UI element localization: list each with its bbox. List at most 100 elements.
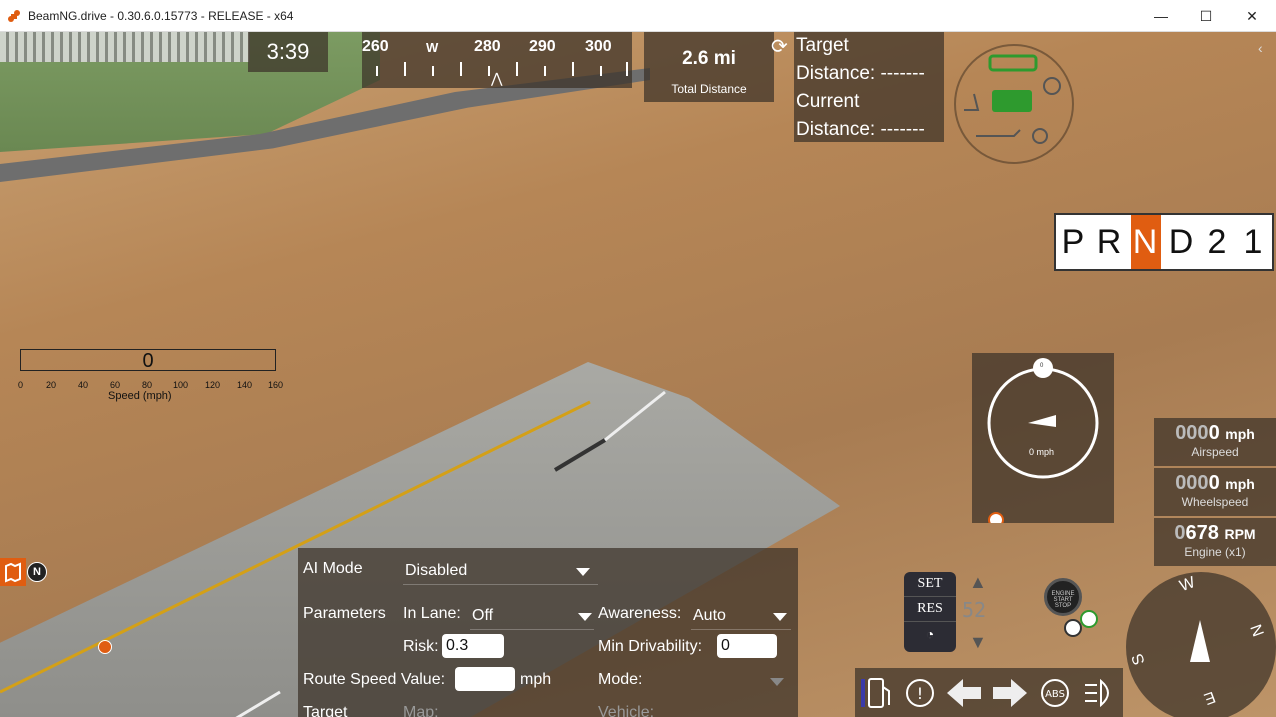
- min-drivability-input[interactable]: 0: [717, 634, 777, 658]
- current-distance: Distance: -------: [796, 119, 925, 140]
- heading-pointer: ⋀: [491, 70, 503, 86]
- wheelspeed-readout: 0000 mph Wheelspeed: [1154, 468, 1276, 516]
- risk-label: Risk:: [403, 638, 439, 655]
- minimize-button[interactable]: —: [1138, 0, 1184, 32]
- turn-right-icon: [992, 678, 1027, 707]
- maximize-button[interactable]: ☐: [1183, 0, 1229, 32]
- svg-text:ABS: ABS: [1045, 689, 1065, 700]
- target-label: Target: [796, 35, 849, 56]
- gear-p: P: [1061, 222, 1087, 261]
- engine-rpm-readout: 0678 RPM Engine (x1): [1154, 518, 1276, 566]
- speed-tick: 100: [173, 380, 189, 390]
- ai-mode-dropdown-icon: [576, 568, 590, 576]
- engine-status-widget: [954, 44, 1074, 164]
- total-distance-caption: Total Distance: [671, 82, 747, 96]
- cruise-control: SET RES ◔: [904, 572, 956, 652]
- target-label: Target: [303, 704, 348, 717]
- wheelspeed-unit: mph: [1225, 476, 1255, 492]
- total-distance-value: 2.6 mi: [682, 48, 736, 69]
- gear-n-active: N: [1131, 215, 1161, 269]
- cruise-up-icon[interactable]: ▲: [969, 572, 987, 593]
- abs-icon: ABS: [1040, 678, 1069, 707]
- game-viewport[interactable]: 3:39 260 W 280 290 300 ⋀ 2.6 mi Total Di…: [0, 32, 1276, 717]
- target-distance: Distance: -------: [796, 63, 925, 84]
- in-lane-value: Off: [472, 607, 494, 624]
- speed-tick: 0: [18, 380, 24, 390]
- ai-control-panel: AI Mode Disabled Parameters In Lane: Off…: [298, 548, 798, 717]
- wheelspeed-digits-dim: 000: [1175, 472, 1209, 494]
- piston-icon: [1032, 128, 1048, 144]
- heading-label-290: 290: [529, 38, 556, 55]
- heading-label-260: 260: [362, 38, 389, 55]
- gear-2: 2: [1207, 222, 1229, 261]
- rpm-unit: RPM: [1224, 526, 1256, 542]
- parameters-label: Parameters: [303, 605, 386, 622]
- ai-mode-value: Disabled: [405, 562, 468, 579]
- navigation-compass: W N S E: [1126, 572, 1276, 717]
- airspeed-caption: Airspeed: [1191, 445, 1239, 459]
- svg-text:!: !: [917, 684, 923, 703]
- ai-mode-select[interactable]: Disabled: [403, 558, 598, 585]
- turbo-icon: [1043, 77, 1061, 95]
- nav-arrow-icon: [1190, 620, 1210, 662]
- route-mode-label: Mode:: [598, 671, 643, 688]
- total-distance-panel: 2.6 mi Total Distance: [644, 32, 774, 102]
- collapse-arrow-icon[interactable]: ‹: [1258, 40, 1263, 56]
- cruise-down-icon[interactable]: ▼: [969, 632, 987, 653]
- awareness-dropdown-icon: [773, 613, 787, 621]
- city-buildings: [0, 32, 250, 62]
- awareness-select[interactable]: Auto: [691, 603, 791, 630]
- heading-label-280: 280: [474, 38, 501, 55]
- speed-bar-caption: Speed (mph): [108, 390, 172, 402]
- gear-r: R: [1096, 222, 1124, 261]
- engine-caption: Engine (x1): [1184, 545, 1246, 559]
- heading-label-w: W: [426, 40, 439, 55]
- cruise-set-button[interactable]: SET: [904, 572, 956, 597]
- wheelspeed-caption: Wheelspeed: [1181, 495, 1249, 509]
- gear-1: 1: [1243, 222, 1265, 261]
- fuel-icon: [860, 677, 890, 708]
- min-drivability-label: Min Drivability:: [598, 638, 703, 655]
- current-label: Current: [796, 91, 860, 112]
- route-speed-unit: mph: [520, 671, 552, 688]
- speed-tick: 80: [142, 380, 153, 390]
- airspeed-unit: mph: [1225, 426, 1255, 442]
- heading-label-300: 300: [585, 38, 612, 55]
- handbrake-indicator-icon: [1064, 619, 1082, 637]
- oil-icon: [976, 129, 1021, 137]
- window-titlebar: BeamNG.drive - 0.30.6.0.15773 - RELEASE …: [0, 0, 1276, 32]
- gear-indicator: P R N D 2 1: [1054, 213, 1274, 271]
- airspeed-readout: 0000 mph Airspeed: [1154, 418, 1276, 466]
- tacho-speed: 0 mph: [1029, 447, 1055, 457]
- turn-left-icon: [947, 678, 982, 707]
- in-lane-label: In Lane:: [403, 605, 461, 622]
- engine-start-stop-button[interactable]: ENGINE START STOP: [1044, 578, 1082, 616]
- risk-input[interactable]: 0.3: [442, 634, 504, 658]
- engine-icon: [992, 90, 1032, 112]
- vehicle-label: Vehicle:: [598, 704, 655, 717]
- route-speed-input[interactable]: [455, 667, 515, 691]
- headlight-icon: [1085, 678, 1110, 707]
- cylinders-icon: [988, 54, 1038, 72]
- heading-compass: 260 W 280 290 300 ⋀: [362, 32, 632, 88]
- speed-tick: 40: [78, 380, 89, 390]
- speed-tick: 20: [46, 380, 57, 390]
- awareness-label: Awareness:: [598, 605, 682, 622]
- airspeed-digits: 0: [1208, 422, 1220, 444]
- refresh-icon[interactable]: ⟳: [771, 34, 788, 59]
- cruise-res-button[interactable]: RES: [904, 597, 956, 622]
- speed-readouts: 0000 mph Airspeed 0000 mph Wheelspeed 06…: [1154, 418, 1276, 568]
- rpm-digits-dim: 0: [1174, 522, 1186, 544]
- in-lane-select[interactable]: Off: [470, 603, 594, 630]
- game-clock: 3:39: [248, 32, 328, 72]
- map-button[interactable]: [0, 558, 26, 586]
- brake-warning-icon: !: [905, 678, 934, 707]
- map-icon: [5, 562, 21, 583]
- temperature-icon: [964, 93, 980, 111]
- cruise-gauge-icon[interactable]: ◔: [904, 622, 956, 646]
- window-title: BeamNG.drive - 0.30.6.0.15773 - RELEASE …: [28, 9, 294, 23]
- start-stop-label: ENGINE START STOP: [1051, 591, 1075, 609]
- route-mode-dropdown-icon[interactable]: [770, 678, 784, 686]
- speed-tick: 160: [268, 380, 284, 390]
- close-button[interactable]: ✕: [1229, 0, 1275, 32]
